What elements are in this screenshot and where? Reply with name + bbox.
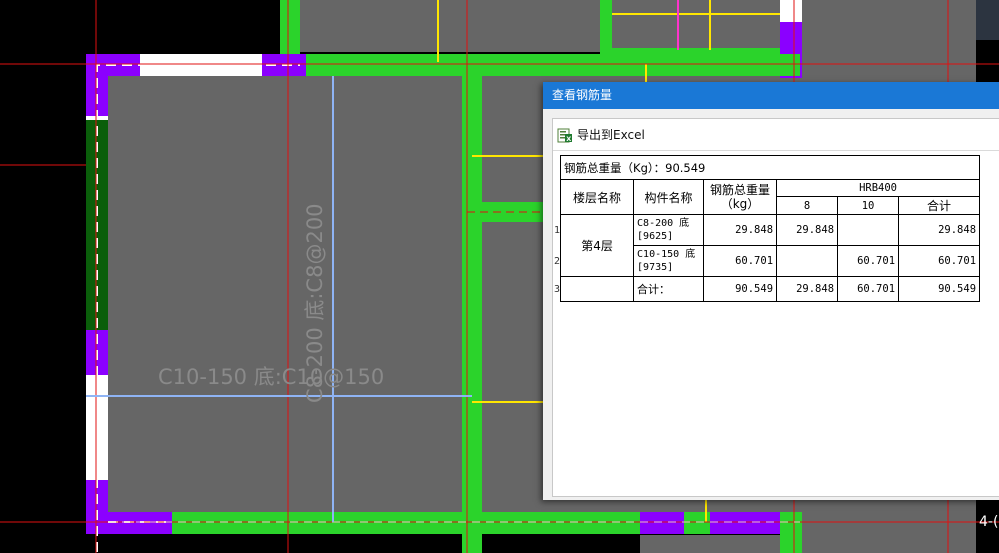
export-excel-label: 导出到Excel <box>577 128 645 142</box>
floor-cell: 第4层 <box>560 214 635 277</box>
header-grade: HRB400 <box>776 179 981 197</box>
svg-text:X: X <box>566 135 571 143</box>
sum-cell: 60.701 <box>898 245 981 277</box>
d8-cell: 29.848 <box>776 214 839 246</box>
total-cell: 29.848 <box>703 214 778 246</box>
component-cell: C8-200 底[9625] <box>633 214 705 246</box>
table-row[interactable]: 1 第4层 C8-200 底[9625] 29.848 29.848 29.84… <box>554 214 981 277</box>
total-cell: 60.701 <box>703 245 778 277</box>
component-cell: C10-150 底[9735] <box>633 245 705 277</box>
header-diameter-10: 10 <box>837 196 900 215</box>
dialog-title[interactable]: 查看钢筋量 <box>543 82 999 109</box>
header-floor: 楼层名称 <box>560 179 635 215</box>
rebar-label-c10-150: C10-150 底:C10@150 <box>158 365 384 389</box>
header-component: 构件名称 <box>633 179 705 215</box>
side-toolbar-icon[interactable] <box>976 0 999 40</box>
sum-cell: 29.848 <box>898 214 981 246</box>
d10-cell: 60.701 <box>837 245 900 277</box>
excel-icon: X <box>557 128 572 143</box>
export-excel-button[interactable]: X 导出到Excel <box>557 123 649 146</box>
table-row[interactable]: 3 合计： 90.549 29.848 60.701 90.549 <box>554 276 981 302</box>
d10-cell <box>837 214 900 246</box>
total-weight-label: 钢筋总重量（Kg）：90.549 <box>560 155 981 180</box>
rebar-label-c8-200: C8-200 底:C8@200 <box>303 203 327 403</box>
upper-room-slab <box>300 0 600 52</box>
total-cell: 90.549 <box>703 276 778 302</box>
upper-right-room-slab <box>612 0 780 52</box>
rebar-quantity-table: 钢筋总重量（Kg）：90.549 楼层名称 构件名称 钢筋总重量 （kg） HR… <box>554 155 981 302</box>
row-number: 2 <box>554 255 561 267</box>
sum-cell: 90.549 <box>898 276 981 302</box>
component-cell: 合计： <box>633 276 705 302</box>
d8-cell: 29.848 <box>776 276 839 302</box>
view-rebar-quantity-dialog: 查看钢筋量 X 导出到Excel 钢筋总重量（Kg）：90.549 楼层名称 构… <box>543 82 999 500</box>
main-room-slab[interactable] <box>108 76 462 512</box>
header-subtotal: 合计 <box>898 196 981 215</box>
d8-cell <box>776 245 839 277</box>
d10-cell: 60.701 <box>837 276 900 302</box>
axis-label: 4-( <box>979 514 999 530</box>
header-diameter-8: 8 <box>776 196 839 215</box>
header-total-weight: 钢筋总重量 （kg） <box>703 179 778 215</box>
dialog-toolbar: X 导出到Excel <box>553 119 999 151</box>
dialog-body: X 导出到Excel 钢筋总重量（Kg）：90.549 楼层名称 构件名称 钢筋… <box>552 118 999 497</box>
